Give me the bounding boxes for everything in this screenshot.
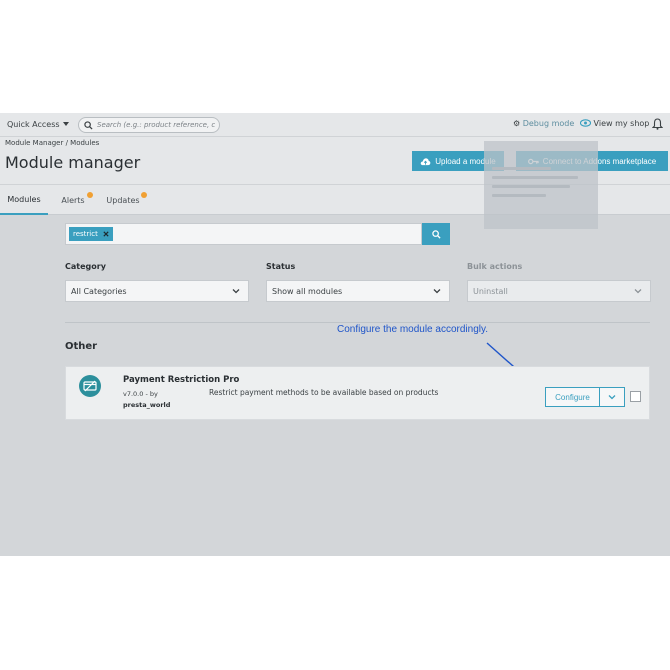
search-placeholder: Search (e.g.: product reference, custome	[97, 121, 215, 129]
bulk-actions-value: Uninstall	[473, 286, 508, 296]
tab-alerts[interactable]: Alerts	[52, 185, 94, 215]
search-submit-button[interactable]	[422, 223, 450, 245]
bell-icon[interactable]	[652, 118, 663, 130]
tab-modules[interactable]: Modules	[0, 185, 48, 215]
tooltip-overlay	[484, 141, 598, 229]
module-logo	[79, 375, 101, 397]
cloud-upload-icon	[420, 157, 431, 165]
chevron-down-icon	[634, 289, 642, 294]
status-select[interactable]: Show all modules	[266, 280, 450, 302]
page-title: Module manager	[5, 153, 141, 172]
top-bar: Quick Access Search (e.g.: product refer…	[0, 113, 670, 137]
category-label: Category	[65, 262, 106, 271]
module-search-input[interactable]: restrict	[65, 223, 422, 245]
module-select-checkbox[interactable]	[630, 391, 641, 402]
annotation-text: Configure the module accordingly.	[337, 324, 489, 335]
caret-down-icon	[62, 122, 69, 126]
global-search-input[interactable]: Search (e.g.: product reference, custome	[78, 117, 220, 133]
configure-button[interactable]: Configure	[545, 387, 600, 407]
tab-updates-label: Updates	[106, 195, 140, 205]
chevron-down-icon	[433, 289, 441, 294]
category-select[interactable]: All Categories	[65, 280, 249, 302]
module-card: Payment Restriction Pro v7.0.0 - by pres…	[65, 366, 650, 420]
module-version: v7.0.0 - by	[123, 390, 158, 398]
bug-icon: ⚙	[513, 119, 521, 128]
quick-access-menu[interactable]: Quick Access	[7, 120, 69, 129]
view-shop-link[interactable]: View my shop	[579, 119, 650, 128]
browser-viewport: Quick Access Search (e.g.: product refer…	[0, 113, 670, 556]
notification-dot-icon	[87, 192, 93, 198]
bulk-actions-label: Bulk actions	[467, 262, 523, 271]
divider	[65, 322, 650, 323]
category-value: All Categories	[71, 286, 127, 296]
breadcrumb[interactable]: Module Manager / Modules	[5, 139, 99, 147]
module-description: Restrict payment methods to be available…	[209, 388, 439, 397]
search-tag-label: restrict	[73, 230, 98, 238]
status-value: Show all modules	[272, 286, 343, 296]
quick-access-label: Quick Access	[7, 120, 60, 129]
tab-alerts-label: Alerts	[61, 195, 85, 205]
module-name: Payment Restriction Pro	[123, 375, 240, 385]
chevron-down-icon	[232, 289, 240, 294]
debug-mode-link[interactable]: ⚙ Debug mode	[513, 119, 574, 128]
configure-dropdown-button[interactable]	[599, 387, 625, 407]
debug-mode-label: Debug mode	[522, 119, 575, 128]
configure-label: Configure	[555, 392, 590, 402]
tab-modules-label: Modules	[7, 194, 41, 204]
notification-dot-icon	[141, 192, 147, 198]
eye-icon	[579, 119, 592, 127]
search-tag[interactable]: restrict	[69, 227, 113, 241]
status-label: Status	[266, 262, 296, 271]
chevron-down-icon	[608, 395, 616, 400]
payment-restriction-icon	[83, 380, 97, 392]
bulk-actions-select[interactable]: Uninstall	[467, 280, 651, 302]
view-shop-label: View my shop	[593, 119, 650, 128]
module-author: presta_world	[123, 401, 171, 409]
section-title: Other	[65, 341, 98, 352]
tab-updates[interactable]: Updates	[98, 185, 148, 215]
search-icon	[84, 121, 93, 130]
close-icon[interactable]	[103, 231, 109, 237]
search-icon	[431, 229, 441, 239]
